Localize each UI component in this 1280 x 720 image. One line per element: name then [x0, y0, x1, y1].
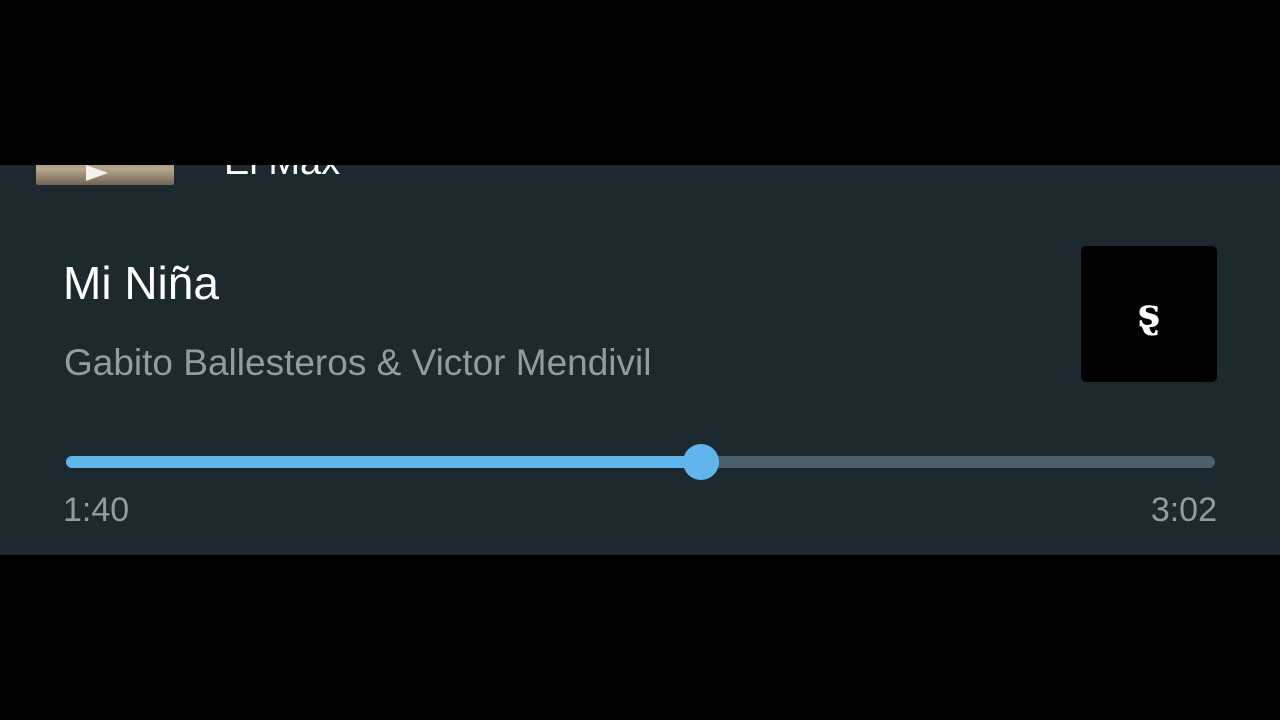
song-artist: Gabito Ballesteros & Victor Mendivil: [64, 342, 652, 383]
total-duration: 3:02: [1150, 491, 1217, 529]
seek-progress-fill: [66, 456, 702, 468]
song-title: Mi Niña: [63, 257, 219, 309]
album-cover[interactable]: ȿ: [1081, 246, 1217, 382]
seek-bar[interactable]: [66, 444, 1215, 480]
elapsed-time: 1:40: [63, 491, 130, 529]
seek-thumb[interactable]: [683, 444, 720, 480]
album-logo-icon: ȿ: [1137, 290, 1161, 337]
play-icon: [86, 165, 108, 181]
screen: El Max Mi Niña Gabito Ballesteros & Vict…: [0, 0, 1280, 720]
previous-item-title[interactable]: El Max: [224, 165, 340, 181]
now-playing-panel: El Max Mi Niña Gabito Ballesteros & Vict…: [0, 165, 1280, 555]
previous-item-thumbnail[interactable]: [36, 165, 174, 185]
